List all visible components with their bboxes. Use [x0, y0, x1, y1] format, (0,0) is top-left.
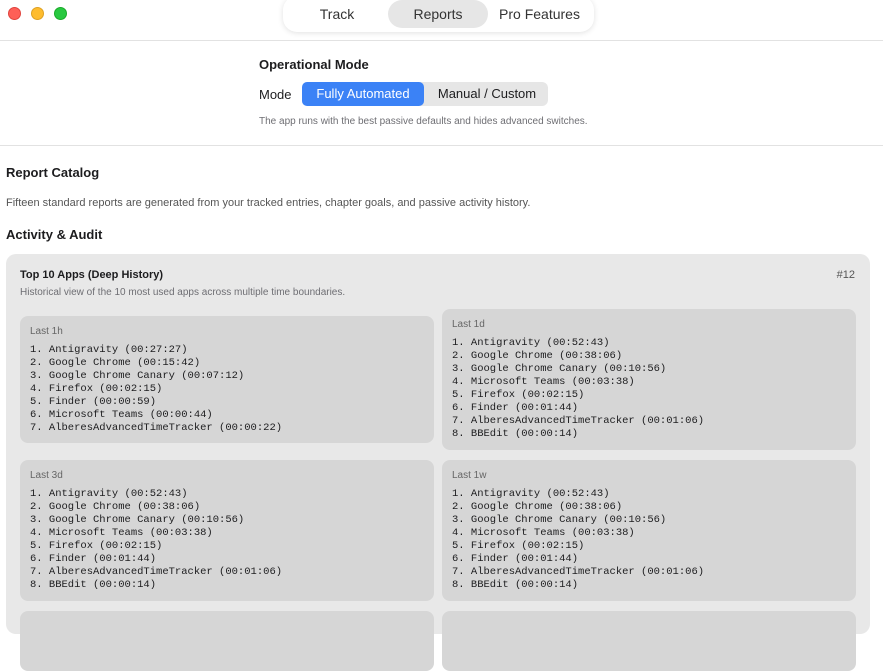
- list-item: 5. Firefox (00:02:15): [452, 540, 585, 552]
- bucket-app-list: 1. Antigravity (00:52:43) 2. Google Chro…: [452, 337, 704, 441]
- list-item: 4. Microsoft Teams (00:03:38): [452, 376, 635, 388]
- close-window-button[interactable]: [8, 7, 21, 20]
- list-item: 1. Antigravity (00:27:27): [30, 344, 188, 356]
- report-card-top-apps: Top 10 Apps (Deep History) #12 Historica…: [6, 254, 870, 671]
- bucket-label: Last 1h: [30, 326, 63, 337]
- main-tab-bar: Track Reports Pro Features: [283, 0, 594, 32]
- bucket-partial-right: [442, 611, 856, 671]
- list-item: 3. Google Chrome Canary (00:10:56): [452, 363, 667, 375]
- list-item: 6. Microsoft Teams (00:00:44): [30, 409, 213, 421]
- activity-audit-title: Activity & Audit: [6, 227, 103, 242]
- operational-mode-title: Operational Mode: [259, 57, 369, 72]
- list-item: 6. Finder (00:01:44): [452, 553, 579, 565]
- list-item: 7. AlberesAdvancedTimeTracker (00:01:06): [452, 415, 705, 427]
- mode-description: The app runs with the best passive defau…: [259, 116, 588, 127]
- tab-track[interactable]: Track: [287, 0, 387, 28]
- report-catalog-description: Fifteen standard reports are generated f…: [6, 197, 531, 209]
- list-item: 2. Google Chrome (00:38:06): [30, 501, 201, 513]
- list-item: 4. Firefox (00:02:15): [30, 383, 163, 395]
- tab-reports[interactable]: Reports: [388, 0, 488, 28]
- bucket-label: Last 1d: [452, 319, 485, 330]
- bucket-app-list: 1. Antigravity (00:52:43) 2. Google Chro…: [452, 488, 704, 592]
- mode-label: Mode: [259, 87, 292, 102]
- maximize-window-button[interactable]: [54, 7, 67, 20]
- list-item: 2. Google Chrome (00:38:06): [452, 350, 623, 362]
- list-item: 2. Google Chrome (00:38:06): [452, 501, 623, 513]
- report-catalog-title: Report Catalog: [6, 165, 100, 180]
- list-item: 2. Google Chrome (00:15:42): [30, 357, 201, 369]
- report-description: Historical view of the 10 most used apps…: [20, 287, 346, 298]
- list-item: 1. Antigravity (00:52:43): [30, 488, 188, 500]
- report-title: Top 10 Apps (Deep History): [20, 269, 164, 281]
- list-item: 5. Finder (00:00:59): [30, 396, 157, 408]
- list-item: 7. AlberesAdvancedTimeTracker (00:00:22): [30, 422, 283, 434]
- tab-pro-features[interactable]: Pro Features: [489, 0, 590, 28]
- bucket-app-list: 1. Antigravity (00:52:43) 2. Google Chro…: [30, 488, 282, 592]
- list-item: 1. Antigravity (00:52:43): [452, 337, 610, 349]
- bucket-app-list: 1. Antigravity (00:27:27) 2. Google Chro…: [30, 344, 282, 435]
- list-item: 3. Google Chrome Canary (00:10:56): [30, 514, 245, 526]
- list-item: 3. Google Chrome Canary (00:10:56): [452, 514, 667, 526]
- bucket-last-3d: Last 3d 1. Antigravity (00:52:43) 2. Goo…: [20, 460, 434, 601]
- title-bar: Track Reports Pro Features: [0, 0, 883, 41]
- bucket-last-1d: Last 1d 1. Antigravity (00:52:43) 2. Goo…: [442, 309, 856, 450]
- section-divider: [0, 145, 883, 146]
- list-item: 7. AlberesAdvancedTimeTracker (00:01:06): [30, 566, 283, 578]
- bucket-partial-left: [20, 611, 434, 671]
- list-item: 3. Google Chrome Canary (00:07:12): [30, 370, 245, 382]
- minimize-window-button[interactable]: [31, 7, 44, 20]
- list-item: 4. Microsoft Teams (00:03:38): [452, 527, 635, 539]
- list-item: 7. AlberesAdvancedTimeTracker (00:01:06): [452, 566, 705, 578]
- list-item: 5. Firefox (00:02:15): [452, 389, 585, 401]
- report-number-badge: #12: [836, 269, 855, 281]
- mode-segmented-control: Fully Automated Manual / Custom: [302, 82, 548, 106]
- list-item: 6. Finder (00:01:44): [452, 402, 579, 414]
- list-item: 8. BBEdit (00:00:14): [452, 579, 579, 591]
- bucket-last-1w: Last 1w 1. Antigravity (00:52:43) 2. Goo…: [442, 460, 856, 601]
- list-item: 4. Microsoft Teams (00:03:38): [30, 527, 213, 539]
- mode-manual-custom-button[interactable]: Manual / Custom: [426, 82, 548, 106]
- list-item: 8. BBEdit (00:00:14): [452, 428, 579, 440]
- list-item: 8. BBEdit (00:00:14): [30, 579, 157, 591]
- list-item: 5. Firefox (00:02:15): [30, 540, 163, 552]
- bucket-last-1h: Last 1h 1. Antigravity (00:27:27) 2. Goo…: [20, 316, 434, 443]
- list-item: 1. Antigravity (00:52:43): [452, 488, 610, 500]
- mode-fully-automated-button[interactable]: Fully Automated: [302, 82, 424, 106]
- bucket-label: Last 3d: [30, 470, 63, 481]
- list-item: 6. Finder (00:01:44): [30, 553, 157, 565]
- bucket-label: Last 1w: [452, 470, 487, 481]
